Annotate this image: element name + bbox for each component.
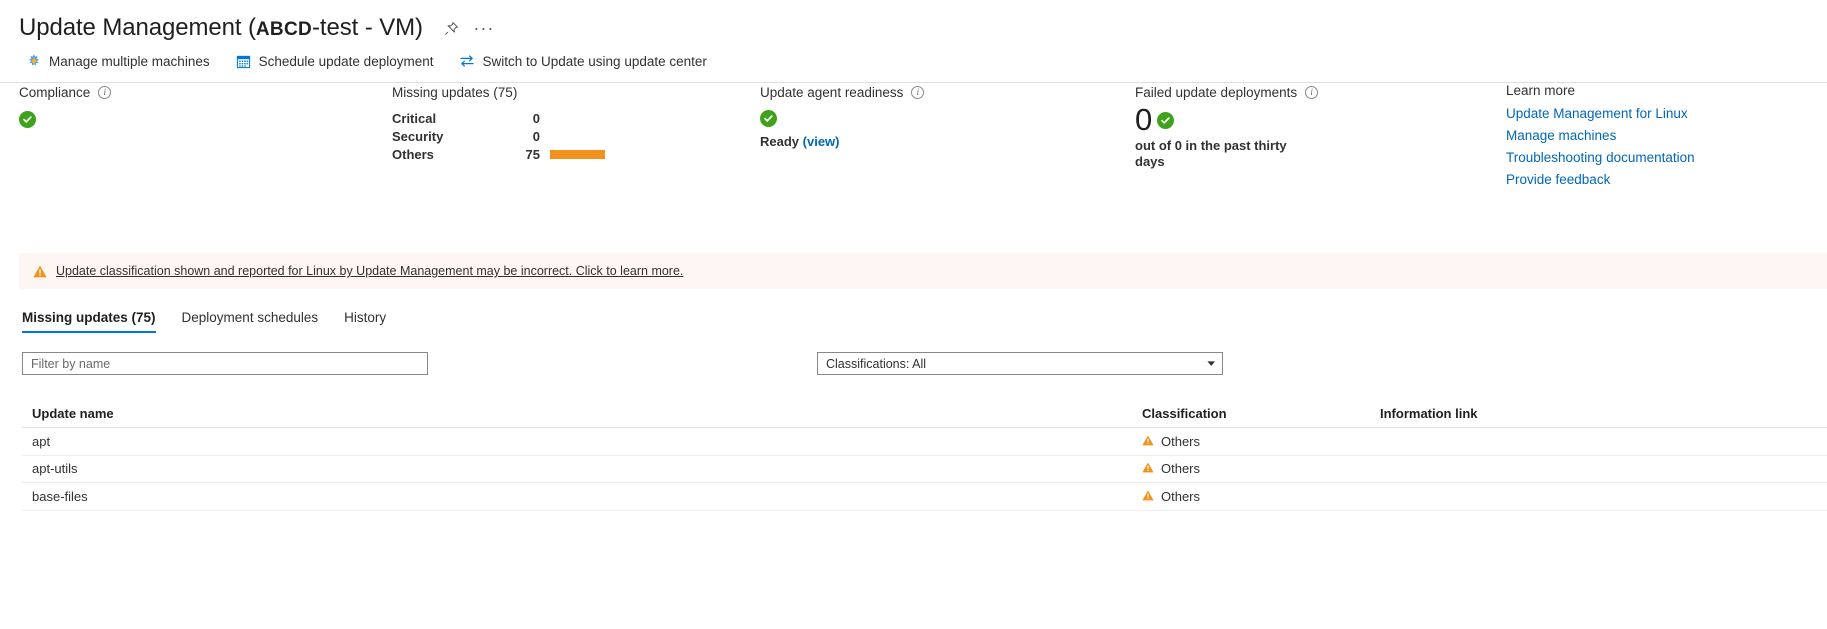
schedule-update-deployment-button[interactable]: Schedule update deployment: [232, 50, 438, 72]
green-check-icon: [760, 110, 777, 127]
classification-label: Others: [1161, 489, 1200, 504]
tile-failed-deployments: Failed update deployments i 0 out of 0 i…: [1135, 83, 1318, 170]
cell-update-name: base-files: [32, 489, 1142, 504]
agent-readiness-title: Update agent readiness: [760, 85, 903, 100]
page-title-highlight: ABCD: [256, 19, 312, 40]
info-icon[interactable]: i: [98, 86, 111, 99]
table-row[interactable]: apt-utils Others: [22, 456, 1827, 484]
compliance-title: Compliance: [19, 85, 90, 100]
failed-deployments-title: Failed update deployments: [1135, 85, 1297, 100]
table-row[interactable]: apt Others: [22, 428, 1827, 456]
switch-to-update-center-button[interactable]: Switch to Update using update center: [455, 50, 710, 72]
column-header-information-link[interactable]: Information link: [1380, 406, 1827, 421]
critical-bar: [550, 114, 670, 123]
manage-machines-icon: [26, 53, 42, 69]
learn-more-link-update-management-linux[interactable]: Update Management for Linux: [1506, 103, 1688, 125]
critical-value: 0: [512, 111, 540, 126]
info-icon[interactable]: i: [1305, 86, 1318, 99]
filter-row: Classifications: All ▾: [22, 352, 1827, 376]
classification-label: Others: [1161, 434, 1200, 449]
calendar-icon: [236, 53, 252, 69]
switch-arrows-icon: [459, 53, 475, 69]
cell-classification: Others: [1142, 461, 1380, 476]
security-value: 0: [512, 129, 540, 144]
missing-updates-header: Missing updates (75): [392, 83, 670, 101]
tile-missing-updates: Missing updates (75) Critical 0 Security…: [392, 83, 670, 164]
failed-deployments-header: Failed update deployments i: [1135, 83, 1318, 101]
tile-agent-readiness: Update agent readiness i Ready (view): [760, 83, 924, 149]
more-options-button[interactable]: ···: [471, 15, 497, 41]
others-label: Others: [392, 147, 512, 162]
agent-readiness-text: Ready (view): [760, 134, 924, 149]
switch-to-update-center-label: Switch to Update using update center: [482, 54, 706, 69]
compliance-status: [19, 111, 111, 130]
failed-deployments-count-row: 0: [1135, 103, 1318, 137]
missing-updates-title: Missing updates (75): [392, 85, 517, 100]
warning-triangle-icon: [1142, 434, 1154, 449]
warning-triangle-icon: [33, 264, 47, 278]
agent-readiness-header: Update agent readiness i: [760, 83, 924, 101]
cell-classification: Others: [1142, 489, 1380, 504]
summary-tiles: Compliance i Missing updates (75) Critic…: [0, 83, 1827, 223]
view-link[interactable]: (view): [803, 134, 840, 149]
updates-table: Update name Classification Information l…: [22, 400, 1827, 511]
classifications-dropdown[interactable]: Classifications: All ▾: [817, 352, 1223, 375]
learn-more-link-provide-feedback[interactable]: Provide feedback: [1506, 169, 1610, 191]
failed-deployments-subtext: out of 0 in the past thirty days: [1135, 138, 1295, 170]
learn-more-link-manage-machines[interactable]: Manage machines: [1506, 125, 1616, 147]
title-bar: Update Management (ABCD-test - VM) ···: [0, 0, 1827, 34]
failed-deployments-count: 0: [1135, 103, 1152, 137]
chevron-down-icon: ▾: [1208, 359, 1216, 368]
others-value: 75: [512, 147, 540, 162]
ready-label: Ready: [760, 134, 799, 149]
info-icon[interactable]: i: [911, 86, 924, 99]
missing-updates-row-critical: Critical 0: [392, 110, 670, 127]
security-bar: [550, 132, 670, 141]
page-title-prefix: Update Management (: [19, 14, 256, 41]
cell-update-name: apt-utils: [32, 461, 1142, 476]
classifications-dropdown-label: Classifications: All: [826, 357, 926, 371]
missing-updates-row-others: Others 75: [392, 146, 670, 163]
missing-updates-row-security: Security 0: [392, 128, 670, 145]
learn-more-link-troubleshooting[interactable]: Troubleshooting documentation: [1506, 147, 1695, 169]
tab-list: Missing updates (75) Deployment schedule…: [22, 310, 386, 333]
critical-label: Critical: [392, 111, 512, 126]
manage-multiple-machines-button[interactable]: Manage multiple machines: [22, 50, 214, 72]
page-title-suffix: -test - VM): [312, 14, 423, 41]
tab-deployment-schedules[interactable]: Deployment schedules: [182, 310, 319, 333]
tile-learn-more: Learn more Update Management for Linux M…: [1506, 83, 1695, 191]
green-check-icon: [1157, 112, 1174, 129]
tab-history[interactable]: History: [344, 310, 386, 333]
compliance-header: Compliance i: [19, 83, 111, 101]
column-header-update-name[interactable]: Update name: [32, 406, 1142, 421]
update-management-page: Update Management (ABCD-test - VM) ··· M…: [0, 0, 1827, 629]
learn-more-title: Learn more: [1506, 83, 1695, 98]
green-check-icon: [19, 111, 36, 128]
others-bar: [550, 150, 670, 159]
table-header-row: Update name Classification Information l…: [22, 400, 1827, 428]
manage-multiple-machines-label: Manage multiple machines: [49, 54, 210, 69]
security-label: Security: [392, 129, 512, 144]
tile-compliance: Compliance i: [19, 83, 111, 130]
warning-banner-link[interactable]: Update classification shown and reported…: [56, 264, 683, 278]
column-header-classification[interactable]: Classification: [1142, 406, 1380, 421]
schedule-update-deployment-label: Schedule update deployment: [259, 54, 434, 69]
cell-update-name: apt: [32, 434, 1142, 449]
warning-triangle-icon: [1142, 461, 1154, 476]
table-row[interactable]: base-files Others: [22, 483, 1827, 511]
pin-icon[interactable]: [439, 15, 465, 41]
warning-triangle-icon: [1142, 489, 1154, 504]
warning-banner[interactable]: Update classification shown and reported…: [19, 253, 1827, 289]
tab-missing-updates[interactable]: Missing updates (75): [22, 310, 156, 333]
missing-updates-table: Critical 0 Security 0 Others 75: [392, 110, 670, 163]
filter-by-name-input[interactable]: [22, 352, 428, 375]
agent-readiness-status: [760, 110, 924, 127]
classification-label: Others: [1161, 461, 1200, 476]
page-title: Update Management (ABCD-test - VM): [19, 14, 423, 42]
cell-classification: Others: [1142, 434, 1380, 449]
